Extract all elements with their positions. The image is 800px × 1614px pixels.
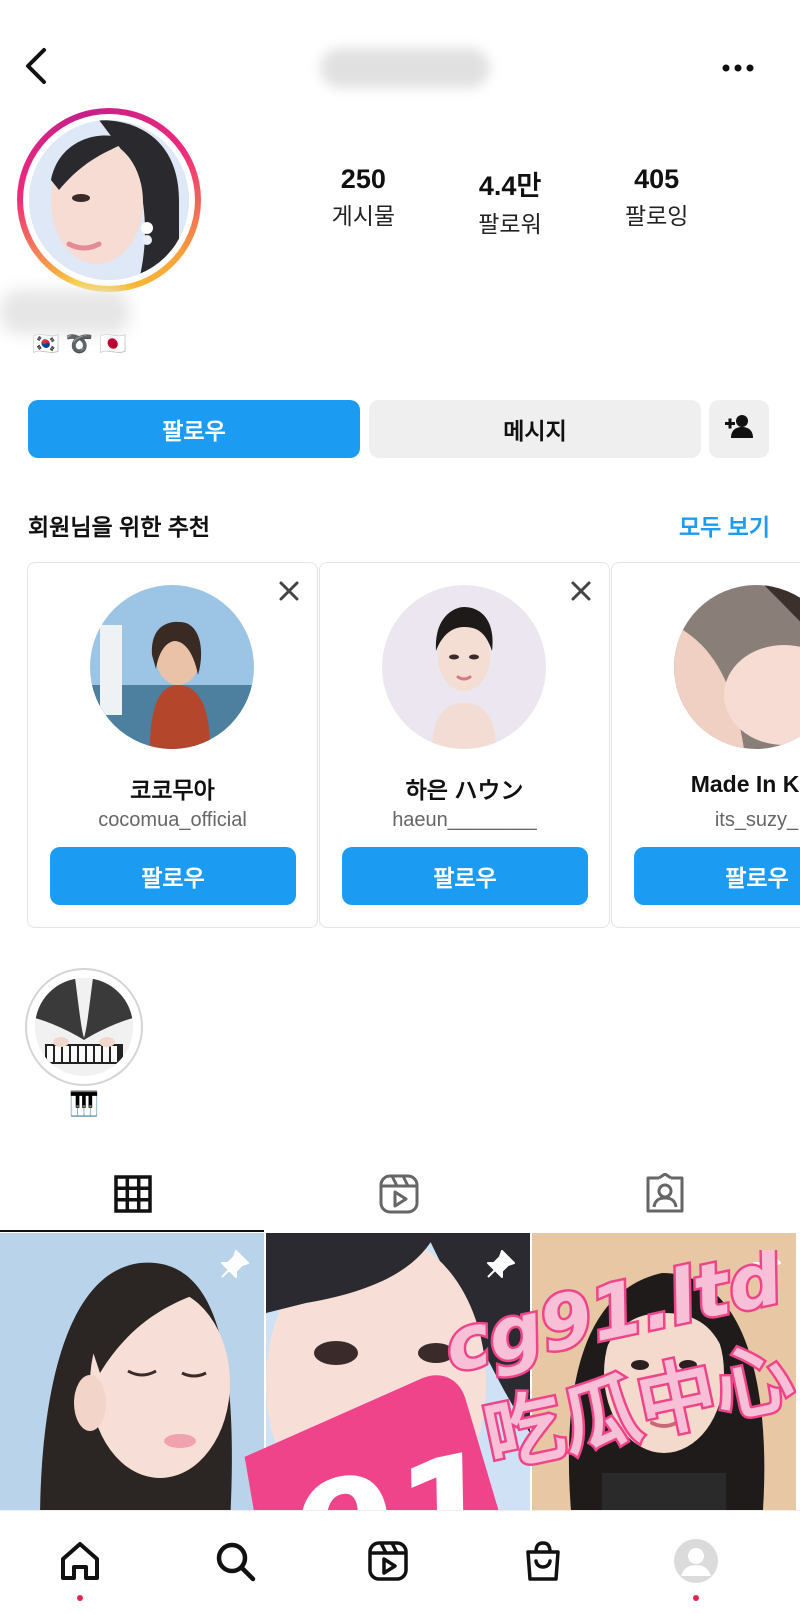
nav-home[interactable] — [50, 1533, 110, 1601]
shop-bag-icon — [521, 1539, 565, 1588]
following-count: 405 — [634, 164, 680, 194]
active-tab-indicator — [0, 1230, 264, 1232]
dismiss-close-icon[interactable] — [567, 577, 595, 605]
suggestion-avatar[interactable] — [674, 585, 800, 749]
story-highlight[interactable]: 🎹 — [25, 968, 143, 1118]
suggestions-header: 회원님을 위한 추천 모두 보기 — [28, 504, 770, 544]
pinned-icon — [216, 1247, 252, 1283]
display-name-blurred — [0, 290, 130, 334]
more-options-icon[interactable] — [718, 54, 762, 84]
post-thumbnail[interactable] — [532, 1233, 796, 1523]
pinned-icon — [748, 1247, 784, 1283]
suggestion-cards: 코코무아 cocomua_official 팔로우 하은 ハウン haeun__… — [27, 562, 800, 930]
suggestion-follow-button[interactable]: 팔로우 — [342, 847, 588, 905]
suggestion-avatar[interactable] — [382, 585, 546, 749]
post-thumbnail[interactable] — [266, 1233, 530, 1523]
username-title-blurred — [320, 48, 490, 88]
nav-search[interactable] — [205, 1533, 265, 1593]
follow-button[interactable]: 팔로우 — [28, 400, 360, 458]
followers-count: 4.4만 — [478, 171, 542, 201]
suggestion-name: 하은 ハウン — [405, 777, 524, 803]
highlight-cover — [35, 978, 133, 1076]
post-grid — [0, 1233, 800, 1523]
followers-label: 팔로워 — [478, 211, 542, 237]
nav-reels[interactable] — [358, 1533, 418, 1593]
profile-bio: 🇰🇷 ➰ 🇯🇵 — [32, 331, 127, 356]
profile-avatar-icon — [673, 1538, 719, 1589]
see-all-link[interactable]: 모두 보기 — [679, 508, 770, 542]
post-thumbnail[interactable] — [0, 1233, 264, 1523]
tab-tagged[interactable] — [532, 1160, 798, 1232]
profile-actions: 팔로우 메시지 — [28, 400, 772, 460]
suggestion-username: haeun________ — [392, 809, 537, 831]
suggestion-card[interactable]: 코코무아 cocomua_official 팔로우 — [27, 562, 318, 928]
profile-stats: 250 게시물 4.4만 팔로워 405 팔로잉 — [290, 164, 730, 237]
tab-posts-grid[interactable] — [0, 1160, 266, 1232]
person-plus-icon — [724, 413, 754, 445]
nav-shop[interactable] — [513, 1533, 573, 1593]
search-icon — [213, 1539, 257, 1588]
tab-reels[interactable] — [266, 1160, 532, 1232]
stat-followers[interactable]: 4.4만 팔로워 — [437, 164, 584, 237]
notification-dot — [77, 1595, 83, 1601]
notification-dot — [693, 1595, 699, 1601]
home-icon — [58, 1539, 102, 1588]
profile-tabs — [0, 1160, 800, 1232]
posts-count: 250 — [340, 164, 386, 194]
suggestion-avatar[interactable] — [90, 585, 254, 749]
suggestion-name: 코코무아 — [130, 777, 215, 803]
suggested-users-button[interactable] — [709, 400, 769, 458]
tagged-icon — [644, 1172, 686, 1220]
posts-label: 게시물 — [331, 203, 396, 229]
back-chevron-icon[interactable] — [18, 44, 58, 88]
following-label: 팔로잉 — [624, 203, 689, 229]
suggestion-username: cocomua_official — [98, 809, 247, 831]
reels-icon — [366, 1539, 410, 1588]
suggestion-card[interactable]: Made In Kor its_suzy_ 팔로우 — [611, 562, 800, 928]
suggestion-follow-button[interactable]: 팔로우 — [50, 847, 296, 905]
nav-profile[interactable] — [666, 1533, 726, 1601]
reels-icon — [378, 1173, 420, 1220]
pinned-icon — [482, 1247, 518, 1283]
stat-following[interactable]: 405 팔로잉 — [583, 164, 730, 234]
grid-icon — [113, 1174, 153, 1219]
suggestion-follow-button[interactable]: 팔로우 — [634, 847, 800, 905]
stat-posts[interactable]: 250 게시물 — [290, 164, 437, 234]
profile-avatar-story-ring[interactable] — [17, 108, 201, 292]
bottom-navigation — [0, 1510, 800, 1614]
message-button[interactable]: 메시지 — [369, 400, 701, 458]
dismiss-close-icon[interactable] — [275, 577, 303, 605]
suggestion-username: its_suzy_ — [714, 809, 799, 831]
highlight-label: 🎹 — [69, 1091, 99, 1118]
suggestion-card[interactable]: 하은 ハウン haeun________ 팔로우 — [319, 562, 610, 928]
suggestion-name: Made In Kor — [690, 771, 800, 797]
suggestions-title: 회원님을 위한 추천 — [28, 514, 211, 540]
profile-avatar — [29, 120, 189, 280]
